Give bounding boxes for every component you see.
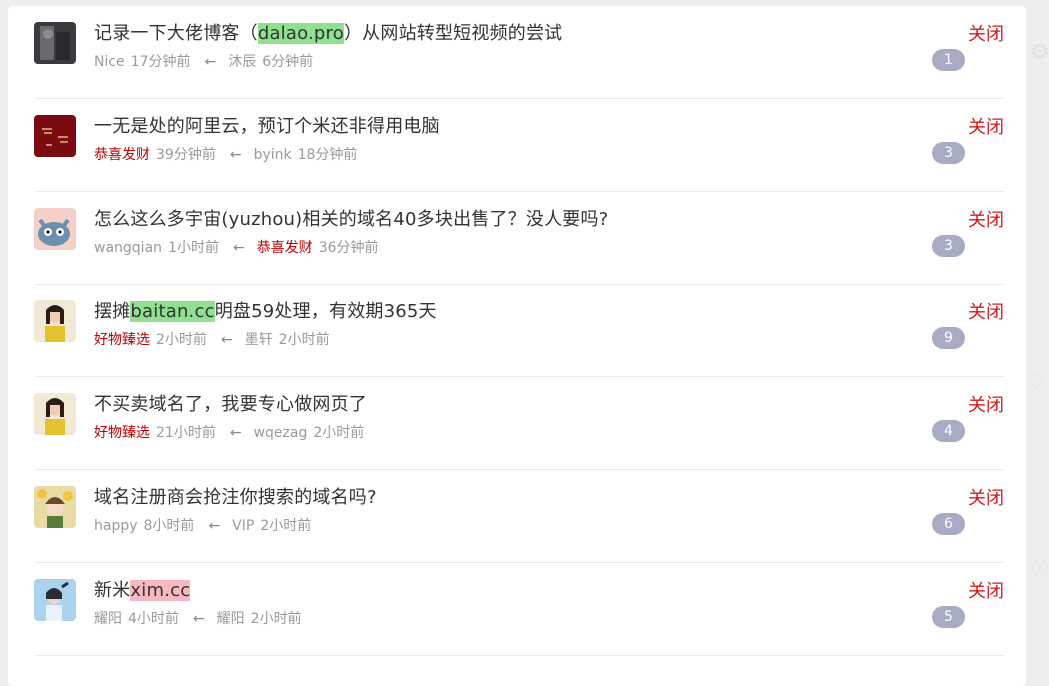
topic-title-text: 怎么这么多宇宙(yuzhou)相关的域名40多块出售了？没人要吗? bbox=[94, 208, 609, 230]
topic-title-domain-highlight: xim.cc bbox=[130, 579, 191, 601]
topic-title[interactable]: 摆摊baitan.cc明盘59处理，有效期365天 bbox=[94, 297, 437, 323]
author-link[interactable]: 耀阳 bbox=[94, 611, 122, 627]
topic-title[interactable]: 记录一下大佬博客（dalao.pro）从网站转型短视频的尝试 bbox=[94, 19, 562, 45]
reply-count-badge[interactable]: 4 bbox=[932, 420, 965, 443]
arrow-left-icon: ← bbox=[220, 332, 233, 349]
post-time: 21小时前 bbox=[156, 425, 216, 442]
author-link[interactable]: 恭喜发财 bbox=[94, 147, 150, 163]
topic-title[interactable]: 怎么这么多宇宙(yuzhou)相关的域名40多块出售了？没人要吗? bbox=[94, 205, 608, 231]
last-reply-time: 36分钟前 bbox=[318, 239, 379, 256]
author-link[interactable]: 好物臻选 bbox=[94, 425, 150, 441]
reply-count-badge[interactable]: 3 bbox=[932, 141, 965, 164]
topic-meta: 耀阳 4小时前 ← 耀阳 2小时前 bbox=[94, 608, 308, 628]
reply-count-badge[interactable]: 6 bbox=[932, 513, 965, 535]
reply-count-badge[interactable]: 1 bbox=[932, 49, 965, 71]
post-time: 17分钟前 bbox=[130, 54, 191, 70]
arrow-left-icon: ← bbox=[229, 425, 242, 442]
arrow-left-icon: ← bbox=[232, 239, 245, 256]
topic-row[interactable]: 摆摊baitan.cc明盘59处理，有效期365天好物臻选 2小时前 ← 墨轩 2小时前… bbox=[34, 284, 1004, 378]
girl-blue-avatar[interactable] bbox=[34, 578, 76, 621]
topic-title[interactable]: 一无是处的阿里云，预订个米还非得用电脑 bbox=[94, 112, 440, 138]
topic-title[interactable]: 新米xim.cc bbox=[94, 576, 191, 602]
close-button[interactable]: 关闭 bbox=[968, 113, 1004, 139]
topic-meta: 好物臻选 21小时前 ← wqezag 2小时前 bbox=[94, 422, 370, 442]
red-calligraphy-avatar[interactable] bbox=[34, 114, 76, 157]
anime-girl-flowers-avatar[interactable] bbox=[34, 486, 76, 528]
topic-title-text: 摆摊 bbox=[94, 301, 131, 323]
author-link[interactable]: 好物臻选 bbox=[94, 332, 150, 348]
last-reply-time: 6分钟前 bbox=[262, 54, 314, 70]
topic-row[interactable]: 不买卖域名了，我要专心做网页了好物臻选 21小时前 ← wqezag 2小时前 关闭 4 bbox=[34, 377, 1004, 471]
post-time: 4小时前 bbox=[128, 610, 179, 627]
close-button[interactable]: 关闭 bbox=[968, 206, 1004, 232]
arrow-left-icon: ← bbox=[229, 146, 242, 163]
topic-title-domain-highlight: baitan.cc bbox=[130, 301, 215, 323]
topic-list-panel: 记录一下大佬博客（dalao.pro）从网站转型短视频的尝试 Nice 17分钟前 ←… bbox=[8, 6, 1026, 686]
topic-title[interactable]: 不买卖域名了，我要专心做网页了 bbox=[94, 390, 367, 416]
arrow-left-icon: ← bbox=[208, 518, 221, 534]
post-time: 2小时前 bbox=[156, 332, 207, 349]
topic-meta: 好物臻选 2小时前 ← 墨轩 2小时前 bbox=[94, 329, 336, 349]
topic-title-text: ）从网站转型短视频的尝试 bbox=[343, 23, 563, 44]
topic-title-text: 新米 bbox=[94, 579, 131, 601]
girl-yellow-avatar[interactable] bbox=[34, 300, 76, 343]
last-reply-time: 2小时前 bbox=[250, 610, 302, 627]
topic-row[interactable]: 记录一下大佬博客（dalao.pro）从网站转型短视频的尝试 Nice 17分钟前 ←… bbox=[34, 6, 1004, 99]
author-link[interactable]: happy bbox=[94, 518, 138, 534]
last-reply-user-link[interactable]: 沐辰 bbox=[228, 54, 256, 70]
last-reply-user-link[interactable]: 墨轩 bbox=[245, 332, 273, 348]
last-reply-user-link[interactable]: wqezag bbox=[254, 425, 308, 441]
topic-title-text: 域名注册商会抢注你搜索的域名吗? bbox=[94, 487, 377, 508]
topic-meta: 恭喜发财 39分钟前 ← byink 18分钟前 bbox=[94, 144, 363, 164]
girl-yellow-avatar[interactable] bbox=[34, 393, 76, 436]
arrow-left-icon: ← bbox=[204, 54, 217, 70]
dark-photo-avatar[interactable] bbox=[34, 22, 76, 64]
background-heart-icon: ♡ bbox=[1030, 560, 1049, 585]
topic-meta: happy 8小时前 ← VIP 2小时前 bbox=[94, 515, 317, 535]
last-reply-user-link[interactable]: 恭喜发财 bbox=[257, 240, 313, 256]
reply-count-badge[interactable]: 5 bbox=[932, 605, 965, 628]
reply-count-badge[interactable]: 3 bbox=[932, 234, 965, 257]
topic-title-text: 一无是处的阿里云，预订个米还非得用电脑 bbox=[94, 115, 440, 137]
background-heart-icon: ♡ bbox=[1026, 370, 1046, 395]
topic-title-domain-highlight: dalao.pro bbox=[257, 23, 344, 44]
reply-count-badge[interactable]: 9 bbox=[932, 327, 965, 350]
background-gear-icon: ⚙ bbox=[1030, 40, 1049, 65]
last-reply-time: 2小时前 bbox=[313, 425, 365, 442]
topic-meta: wangqian 1小时前 ← 恭喜发财 36分钟前 bbox=[94, 237, 385, 257]
last-reply-user-link[interactable]: byink bbox=[254, 147, 292, 163]
post-time: 39分钟前 bbox=[156, 146, 216, 163]
close-button[interactable]: 关闭 bbox=[968, 391, 1004, 417]
topic-row[interactable]: 怎么这么多宇宙(yuzhou)相关的域名40多块出售了？没人要吗? wangqia… bbox=[34, 192, 1004, 285]
last-reply-time: 2小时前 bbox=[278, 332, 330, 349]
topic-row[interactable]: 域名注册商会抢注你搜索的域名吗? happy 8小时前 ← VIP 2小时前 关闭 6 bbox=[34, 470, 1004, 563]
topic-title[interactable]: 域名注册商会抢注你搜索的域名吗? bbox=[94, 483, 377, 509]
close-button[interactable]: 关闭 bbox=[968, 298, 1004, 324]
arrow-left-icon: ← bbox=[192, 610, 205, 627]
close-button[interactable]: 关闭 bbox=[968, 577, 1004, 603]
topic-title-text: 不买卖域名了，我要专心做网页了 bbox=[94, 394, 367, 416]
close-button[interactable]: 关闭 bbox=[968, 20, 1004, 46]
topic-row[interactable]: 一无是处的阿里云，预订个米还非得用电脑恭喜发财 39分钟前 ← byink 18分钟前 关… bbox=[34, 99, 1004, 192]
author-link[interactable]: wangqian bbox=[94, 240, 162, 256]
author-link[interactable]: Nice bbox=[94, 54, 125, 70]
last-reply-time: 2小时前 bbox=[260, 518, 312, 534]
topic-title-text: 明盘59处理，有效期365天 bbox=[214, 301, 437, 323]
cartoon-cat-avatar[interactable] bbox=[34, 207, 76, 250]
topic-title-text: 记录一下大佬博客（ bbox=[94, 23, 258, 44]
last-reply-user-link[interactable]: VIP bbox=[232, 518, 254, 534]
last-reply-user-link[interactable]: 耀阳 bbox=[217, 611, 245, 627]
post-time: 8小时前 bbox=[143, 518, 195, 534]
post-time: 1小时前 bbox=[168, 239, 219, 256]
last-reply-time: 18分钟前 bbox=[297, 146, 358, 163]
topic-meta: Nice 17分钟前 ← 沐辰 6分钟前 bbox=[94, 51, 319, 71]
topic-row[interactable]: 新米xim.cc 耀阳 4小时前 ← 耀阳 2小时前 关闭 5 bbox=[34, 563, 1004, 656]
close-button[interactable]: 关闭 bbox=[968, 484, 1004, 510]
